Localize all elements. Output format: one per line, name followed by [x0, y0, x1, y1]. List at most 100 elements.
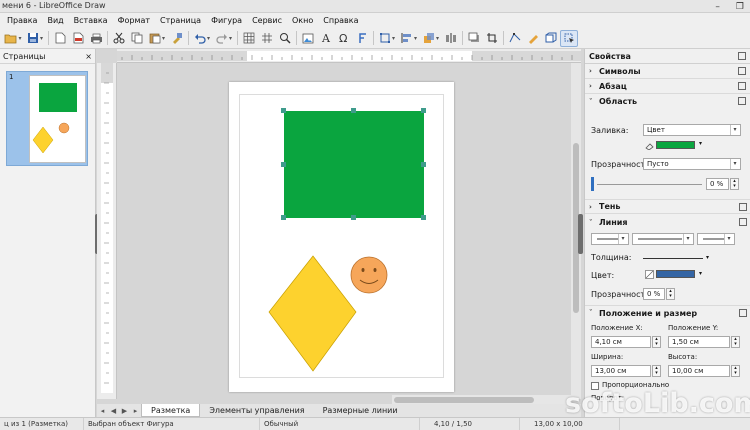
height-field[interactable]: 10,00 см [668, 365, 730, 377]
arrange-icon[interactable]: ▾ [420, 30, 442, 47]
width-field[interactable]: 13,00 см [591, 365, 651, 377]
prev-tab-arrow[interactable]: ◀ [108, 407, 119, 415]
copy-icon[interactable] [128, 30, 146, 47]
collapsed-arrow-icon: › [589, 67, 592, 75]
cut-icon[interactable] [110, 30, 128, 47]
menu-insert[interactable]: Вставка [69, 16, 113, 25]
image-icon[interactable] [299, 30, 317, 47]
menu-format[interactable]: Формат [113, 16, 155, 25]
position-x-value: 4,10 см [595, 338, 622, 346]
area-transparency-percent[interactable]: 0 % [706, 178, 729, 190]
line-transparency-percent[interactable]: 0 % [643, 288, 665, 300]
menu-view[interactable]: Вид [42, 16, 68, 25]
more-options-icon[interactable] [739, 203, 747, 211]
line-start-style[interactable]: ▾ [591, 233, 629, 245]
zoom-icon[interactable] [276, 30, 294, 47]
fill-color-swatch[interactable] [656, 141, 695, 149]
toggle-extrusion-icon[interactable] [542, 30, 560, 47]
redo-icon[interactable]: ▾ [213, 30, 235, 47]
export-pdf-icon[interactable] [51, 30, 69, 47]
tab-dimension-lines[interactable]: Размерные линии [314, 404, 407, 417]
position-x-field[interactable]: 4,10 см [591, 336, 651, 348]
width-value: 13,00 см [595, 367, 627, 375]
position-x-spinner[interactable]: ▴ ▾ [652, 336, 661, 348]
export-pdf-red-icon[interactable] [69, 30, 87, 47]
area-transparency-spinner[interactable]: ▴ ▾ [730, 178, 739, 190]
menu-help[interactable]: Справка [318, 16, 363, 25]
distribute-icon[interactable] [442, 30, 460, 47]
helplines-icon[interactable] [258, 30, 276, 47]
fill-type-select[interactable]: Цвет ▾ [643, 124, 741, 136]
sidebar-collapse-handle[interactable] [578, 214, 583, 254]
line-transparency-spinner[interactable]: ▴ ▾ [666, 288, 675, 300]
menu-shape[interactable]: Фигура [206, 16, 247, 25]
save-icon[interactable]: ▾ [24, 30, 46, 47]
tab-layout[interactable]: Разметка [141, 404, 201, 417]
transformations-icon[interactable]: ▾ [376, 30, 398, 47]
height-label: Высота: [668, 353, 698, 361]
fill-label: Заливка: [591, 126, 629, 135]
align-icon[interactable]: ▾ [398, 30, 420, 47]
menu-page[interactable]: Страница [155, 16, 206, 25]
fontwork-icon[interactable] [353, 30, 371, 47]
more-options-icon[interactable] [739, 218, 747, 226]
restore-button[interactable]: ❐ [736, 2, 744, 12]
minimize-button[interactable]: – [715, 2, 720, 12]
menu-tools[interactable]: Сервис [247, 16, 287, 25]
points-icon[interactable] [506, 30, 524, 47]
position-y-field[interactable]: 1,50 см [668, 336, 730, 348]
crop-icon[interactable] [483, 30, 501, 47]
width-spinner[interactable]: ▴ ▾ [652, 365, 661, 377]
line-width-dropdown-icon[interactable]: ▾ [706, 254, 709, 261]
section-title: Положение и размер [599, 308, 698, 318]
shadow-icon[interactable] [465, 30, 483, 47]
more-options-icon[interactable] [738, 97, 746, 105]
section-line[interactable]: ˇ Линия [585, 215, 750, 230]
glue-points-icon[interactable] [524, 30, 542, 47]
line-color-swatch[interactable] [656, 270, 695, 278]
section-shadow[interactable]: › Тень [585, 199, 750, 214]
line-end-style[interactable]: ▾ [697, 233, 735, 245]
status-size: 13,00 x 10,00 [520, 417, 620, 430]
more-options-icon[interactable] [739, 309, 747, 317]
area-transparency-select[interactable]: Пусто ▾ [643, 158, 741, 170]
line-width-preview[interactable] [643, 258, 703, 259]
next-tab-arrow[interactable]: ▶ [119, 407, 130, 415]
thumbnail-preview [29, 75, 86, 163]
height-spinner[interactable]: ▴ ▾ [731, 365, 740, 377]
position-y-spinner[interactable]: ▴ ▾ [731, 336, 740, 348]
last-tab-arrow[interactable]: ▸ [130, 407, 141, 415]
sidebar-menu-icon[interactable] [738, 52, 746, 60]
line-color-dropdown-icon[interactable]: ▾ [699, 270, 702, 277]
more-options-icon[interactable] [738, 67, 746, 75]
transparency-slider-track[interactable] [597, 184, 702, 185]
section-paragraph[interactable]: › Абзац [585, 79, 750, 94]
menu-window[interactable]: Окно [287, 16, 318, 25]
drawing-page[interactable] [229, 82, 454, 392]
clone-formatting-icon[interactable] [168, 30, 186, 47]
close-icon[interactable]: × [85, 52, 92, 61]
drawing-canvas[interactable] [97, 49, 583, 417]
open-icon[interactable]: ▾ [2, 30, 24, 47]
undo-icon[interactable]: ▾ [191, 30, 213, 47]
transparency-slider-marker[interactable] [591, 177, 594, 191]
select-icon[interactable] [560, 29, 578, 47]
special-character-icon[interactable]: Ω [335, 30, 353, 47]
first-tab-arrow[interactable]: ◂ [97, 407, 108, 415]
grid-icon[interactable] [240, 30, 258, 47]
menu-edit[interactable]: Правка [2, 16, 42, 25]
tab-controls[interactable]: Элементы управления [200, 404, 313, 417]
line-style-select[interactable]: ▾ [632, 233, 694, 245]
page-thumbnail[interactable]: 1 [6, 71, 88, 166]
fill-color-dropdown-icon[interactable]: ▾ [699, 140, 702, 147]
properties-sidebar: Свойства › Символы › Абзац ˇ Область Заливк… [584, 49, 750, 417]
section-position-size[interactable]: ˇ Положение и размер [585, 305, 750, 320]
position-y-value: 1,50 см [672, 338, 699, 346]
paste-icon[interactable]: ▾ [146, 30, 168, 47]
print-icon[interactable] [87, 30, 105, 47]
more-options-icon[interactable] [738, 82, 746, 90]
height-value: 10,00 см [672, 367, 704, 375]
section-character[interactable]: › Символы [585, 64, 750, 79]
section-area[interactable]: ˇ Область [585, 94, 750, 109]
textbox-icon[interactable]: A [317, 30, 335, 47]
